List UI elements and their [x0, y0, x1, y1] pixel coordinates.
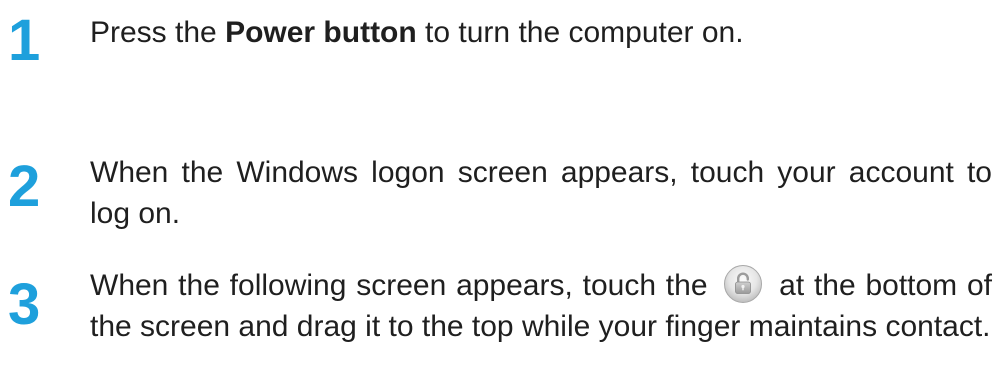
step-text-start: When the following screen appears, touch… — [90, 269, 718, 302]
power-button-label: Power button — [225, 16, 417, 49]
step-text: When the Windows logon screen appears, t… — [90, 156, 992, 230]
step-text-start: Press the — [90, 16, 226, 49]
step-number: 1 — [8, 8, 41, 73]
step-number: 3 — [8, 272, 41, 337]
step-text: When the following screen appears, touch… — [90, 265, 992, 347]
lock-icon — [723, 264, 763, 304]
step-text-end: to turn the computer on. — [416, 16, 744, 49]
step-text: Press the Power button to turn the compu… — [90, 12, 992, 53]
step-number: 2 — [8, 154, 41, 219]
